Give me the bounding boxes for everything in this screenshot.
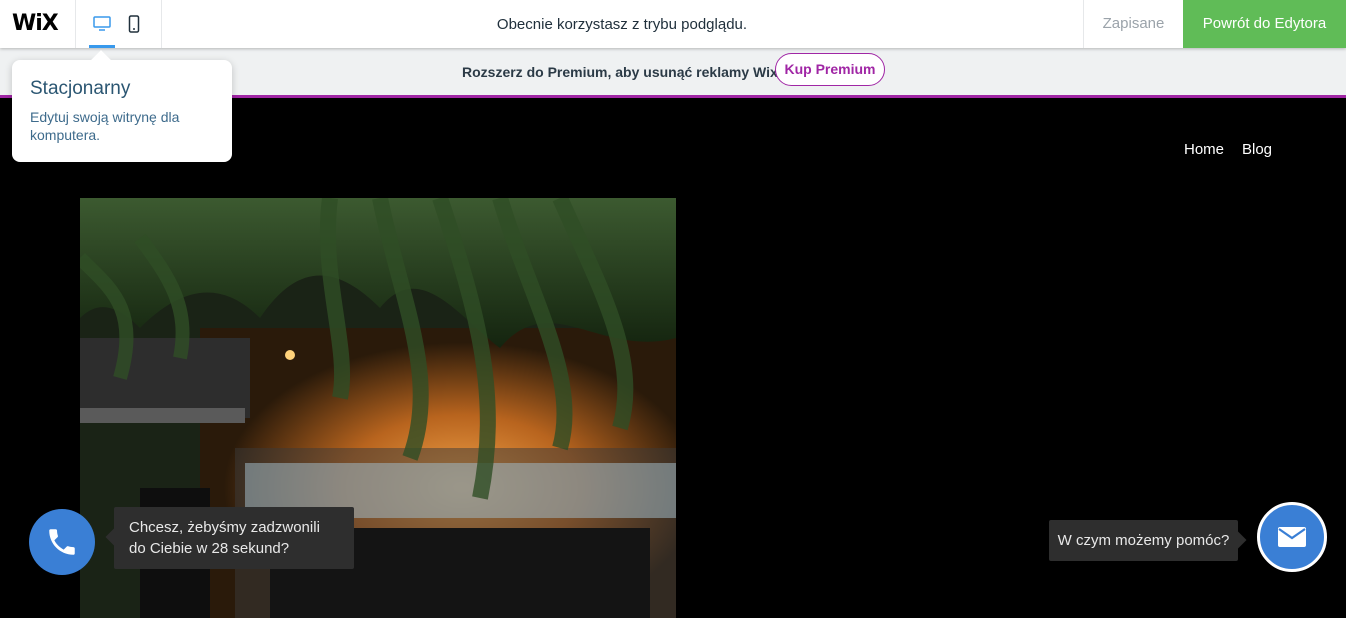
buy-premium-button[interactable]: Kup Premium [775,53,885,86]
back-to-editor-button[interactable]: Powrót do Edytora [1183,0,1346,48]
call-widget-message: Chcesz, żebyśmy zadzwonili do Ciebie w 2… [114,507,354,569]
phone-icon [49,529,75,555]
preview-topbar: WiX Obecnie korzystasz z trybu podglądu.… [0,0,1346,48]
saved-status: Zapisane [1102,15,1165,32]
tooltip-title: Stacjonarny [30,78,131,99]
tooltip-description: Edytuj swoją witrynę dla komputera. [30,109,180,143]
desktop-mode-tooltip: Stacjonarny Edytuj swoją witrynę dla kom… [12,60,232,162]
chat-widget-message: W czym możemy pomóc? [1049,520,1238,561]
nav-item-home[interactable]: Home [1184,141,1224,158]
call-me-button[interactable] [29,509,95,575]
contact-chat-button[interactable] [1257,502,1327,572]
envelope-icon [1278,527,1306,547]
premium-banner-text: Rozszerz do Premium, aby usunąć reklamy … [462,64,778,80]
nav-item-blog[interactable]: Blog [1242,141,1272,158]
preview-mode-message: Obecnie korzystasz z trybu podglądu. [496,16,748,33]
